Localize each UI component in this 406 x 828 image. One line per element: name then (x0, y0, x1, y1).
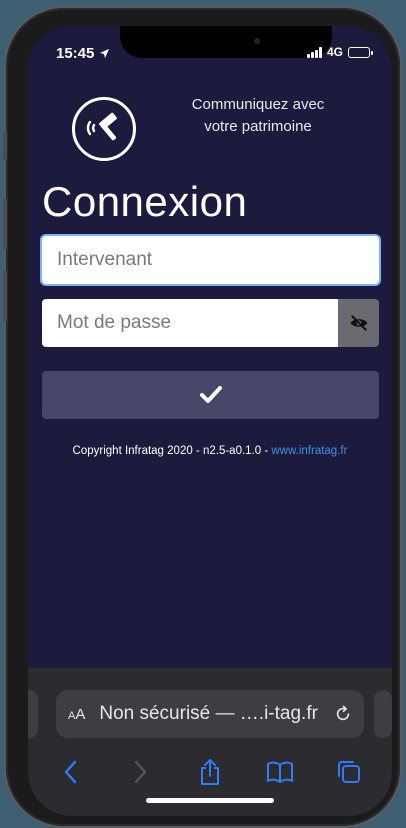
forward-icon (135, 760, 147, 784)
volume-down-button (3, 270, 7, 322)
website-link[interactable]: www.infratag.fr (271, 445, 347, 457)
back-button[interactable] (55, 756, 87, 788)
tabs-button[interactable] (333, 756, 365, 788)
password-input[interactable] (42, 299, 338, 347)
home-indicator[interactable] (146, 798, 274, 803)
checkmark-icon (199, 386, 222, 403)
time-text: 15:45 (56, 45, 95, 62)
eye-slash-icon (350, 315, 367, 331)
reload-icon[interactable] (334, 705, 352, 723)
safari-bottom-bar: AA Non sécurisé — ….i-tag.fr (28, 668, 392, 816)
submit-button[interactable] (42, 371, 379, 419)
tagline-line-1: Communiquez avec (191, 96, 325, 113)
address-bar[interactable]: AA Non sécurisé — ….i-tag.fr (56, 690, 364, 738)
copyright-text: Copyright Infratag 2020 - n2.5-a0.1.0 - (72, 445, 272, 457)
previous-tab-preview[interactable] (28, 690, 38, 738)
tagline: Communiquez avec votre patrimoine (168, 94, 348, 138)
reader-options-button[interactable]: AA (68, 706, 85, 723)
volume-up-button (3, 198, 7, 250)
forward-button[interactable] (124, 756, 156, 788)
screen: 15:45 4G Communiquez avec votre patrimoi… (28, 26, 392, 816)
share-button[interactable] (194, 756, 226, 788)
bookmarks-button[interactable] (264, 756, 296, 788)
back-icon (64, 760, 76, 784)
aa-large: A (75, 705, 86, 723)
toggle-password-button[interactable] (338, 299, 379, 347)
signal-icon (306, 46, 322, 58)
tabs-icon (338, 761, 361, 783)
username-input[interactable] (42, 236, 379, 284)
safari-toolbar (28, 752, 392, 792)
bookmarks-icon (266, 761, 293, 783)
status-indicators: 4G (306, 45, 373, 59)
tagline-line-2: votre patrimoine (204, 118, 312, 135)
infratag-logo-icon (72, 97, 136, 161)
status-time: 15:45 (56, 45, 110, 62)
silent-switch (3, 132, 7, 160)
network-label: 4G (326, 45, 343, 59)
notch (120, 26, 332, 58)
url-text: Non sécurisé — ….i-tag.fr (99, 703, 318, 724)
next-tab-preview[interactable] (374, 690, 392, 738)
location-arrow-icon (99, 48, 109, 59)
battery-icon (348, 46, 373, 58)
copyright: Copyright Infratag 2020 - n2.5-a0.1.0 - … (28, 445, 392, 457)
page-title: Connexion (42, 178, 248, 225)
share-icon (200, 759, 219, 785)
